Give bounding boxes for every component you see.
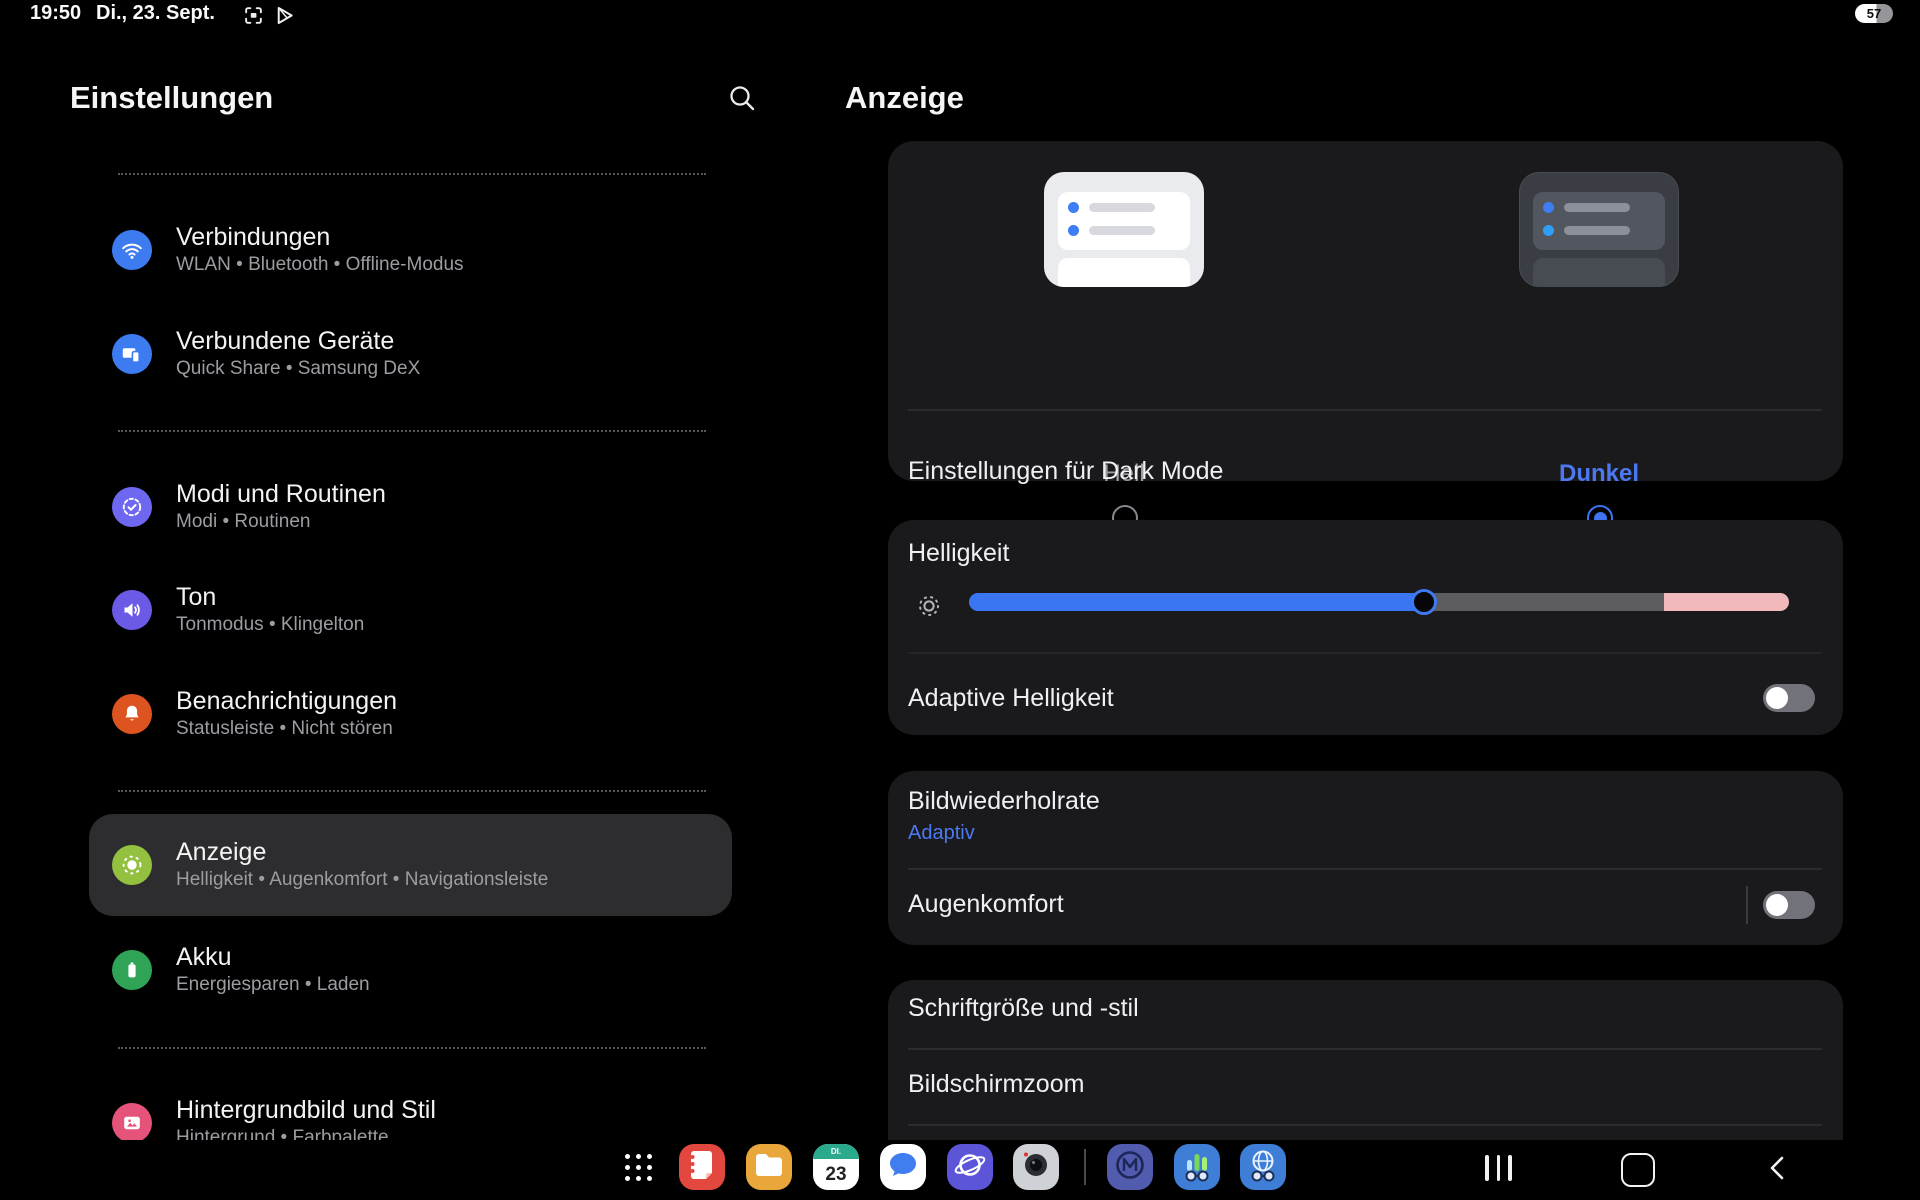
- card-divider: [908, 409, 1822, 411]
- sidebar-item-label: Hintergrundbild und Stil: [176, 1095, 436, 1125]
- sidebar-item-modi-routinen[interactable]: Modi und Routinen Modi • Routinen: [0, 479, 844, 535]
- sidebar-item-akku[interactable]: Akku Energiesparen • Laden: [0, 942, 844, 998]
- display-sun-icon: [112, 845, 152, 885]
- brightness-slider[interactable]: [969, 593, 1789, 611]
- recents-icon: [1485, 1155, 1512, 1186]
- planet-icon: [947, 1144, 993, 1190]
- settings-title: Einstellungen: [70, 80, 273, 116]
- status-time: 19:50: [30, 2, 81, 25]
- messages-app[interactable]: [880, 1144, 926, 1190]
- screen-zoom-row[interactable]: Bildschirmzoom: [908, 1070, 1084, 1099]
- adaptive-brightness-toggle[interactable]: [1763, 684, 1815, 712]
- card-divider: [908, 1048, 1822, 1050]
- dark-mode-settings-row[interactable]: Einstellungen für Dark Mode: [908, 435, 1822, 507]
- brightness-label: Helligkeit: [908, 539, 1009, 568]
- back-chevron-icon: [1764, 1153, 1790, 1188]
- sidebar-divider: [118, 1047, 706, 1049]
- samsung-notes-app[interactable]: [679, 1144, 725, 1190]
- samsung-settings-screen: 19:50 Di., 23. Sept. 57 Einstellungen: [0, 0, 1920, 1200]
- screenshot-icon: [243, 5, 264, 31]
- analytics-app[interactable]: [1174, 1144, 1220, 1190]
- sidebar-item-subtitle: Modi • Routinen: [176, 509, 386, 535]
- folder-icon: [746, 1144, 792, 1190]
- refresh-rate-row[interactable]: Bildwiederholrate: [908, 787, 1100, 816]
- battery-icon: [112, 950, 152, 990]
- light-mode-thumbnail[interactable]: [1044, 172, 1204, 287]
- sidebar-item-subtitle: WLAN • Bluetooth • Offline-Modus: [176, 252, 464, 278]
- sidebar-item-verbundene-geraete[interactable]: Verbundene Geräte Quick Share • Samsung …: [0, 326, 844, 382]
- calendar-app[interactable]: DI. 23: [813, 1144, 859, 1190]
- eye-comfort-label[interactable]: Augenkomfort: [908, 890, 1064, 919]
- sidebar-item-label: Modi und Routinen: [176, 479, 386, 509]
- back-button[interactable]: [1764, 1140, 1790, 1200]
- recents-button[interactable]: [1485, 1140, 1512, 1200]
- modes-routines-icon: [112, 487, 152, 527]
- sidebar-item-label: Ton: [176, 582, 364, 612]
- sidebar-item-label: Verbindungen: [176, 222, 464, 252]
- play-store-icon: [274, 5, 295, 31]
- sidebar-item-subtitle: Energiesparen • Laden: [176, 972, 370, 998]
- notes-icon: [679, 1144, 725, 1190]
- sidebar-divider: [118, 430, 706, 432]
- status-date: Di., 23. Sept.: [96, 2, 215, 25]
- camera-icon: [1013, 1144, 1059, 1190]
- m-app[interactable]: [1107, 1144, 1153, 1190]
- sidebar-item-subtitle: Helligkeit • Augenkomfort • Navigationsl…: [176, 867, 548, 893]
- sidebar-item-subtitle: Statusleiste • Nicht stören: [176, 716, 397, 742]
- samsung-internet-app[interactable]: [947, 1144, 993, 1190]
- network-globe-glasses-icon: [1240, 1144, 1286, 1190]
- bar-chart-glasses-icon: [1174, 1144, 1220, 1190]
- sidebar-item-label: Anzeige: [176, 837, 548, 867]
- brightness-card: Helligkeit Adaptive Helligkeit: [888, 520, 1843, 735]
- calendar-icon: DI. 23: [813, 1144, 859, 1190]
- network-app[interactable]: [1240, 1144, 1286, 1190]
- dock-separator: [1084, 1149, 1086, 1185]
- adaptive-brightness-label: Adaptive Helligkeit: [908, 684, 1114, 713]
- sidebar-item-benachrichtigungen[interactable]: Benachrichtigungen Statusleiste • Nicht …: [0, 686, 844, 742]
- my-files-app[interactable]: [746, 1144, 792, 1190]
- wallpaper-icon: [112, 1103, 152, 1143]
- sidebar-divider: [118, 173, 706, 175]
- card-divider: [908, 652, 1822, 654]
- home-icon: [1621, 1153, 1655, 1187]
- refresh-rate-value: Adaptiv: [908, 822, 975, 845]
- card-divider: [908, 868, 1822, 870]
- sidebar-item-ton[interactable]: Ton Tonmodus • Klingelton: [0, 582, 844, 638]
- sidebar-item-label: Akku: [176, 942, 370, 972]
- card-divider: [908, 1124, 1822, 1126]
- sidebar-item-anzeige[interactable]: Anzeige Helligkeit • Augenkomfort • Navi…: [89, 814, 732, 916]
- sidebar-item-label: Verbundene Geräte: [176, 326, 420, 356]
- row-separator: [1746, 886, 1748, 924]
- brightness-sun-icon: [916, 593, 942, 624]
- app-drawer-button[interactable]: [615, 1144, 661, 1190]
- battery-indicator: 57: [1855, 4, 1893, 23]
- font-card: Schriftgröße und -stil Bildschirmzoom: [888, 980, 1843, 1140]
- bell-icon: [112, 694, 152, 734]
- sidebar-item-subtitle: Quick Share • Samsung DeX: [176, 356, 420, 382]
- wifi-icon: [112, 230, 152, 270]
- sound-icon: [112, 590, 152, 630]
- sidebar-item-label: Benachrichtigungen: [176, 686, 397, 716]
- home-button[interactable]: [1621, 1140, 1655, 1200]
- search-icon: [726, 101, 758, 118]
- app-drawer-icon: [625, 1154, 652, 1181]
- sidebar-divider: [118, 790, 706, 792]
- eye-comfort-toggle[interactable]: [1763, 891, 1815, 919]
- display-mode-card: Hell Dunkel Einstellungen für Dark Mode: [888, 141, 1843, 481]
- devices-icon: [112, 334, 152, 374]
- chat-bubble-icon: [880, 1144, 926, 1190]
- taskbar: DI. 23: [0, 1140, 1920, 1200]
- sidebar-item-subtitle: Tonmodus • Klingelton: [176, 612, 364, 638]
- page-title: Anzeige: [845, 80, 964, 116]
- sidebar-item-verbindungen[interactable]: Verbindungen WLAN • Bluetooth • Offline-…: [0, 222, 844, 278]
- brightness-slider-thumb[interactable]: [1411, 589, 1437, 615]
- camera-app[interactable]: [1013, 1144, 1059, 1190]
- m-logo-icon: [1107, 1144, 1153, 1190]
- search-button[interactable]: [726, 82, 758, 114]
- font-size-row[interactable]: Schriftgröße und -stil: [908, 994, 1139, 1023]
- refresh-rate-card: Bildwiederholrate Adaptiv Augenkomfort: [888, 771, 1843, 945]
- dark-mode-thumbnail[interactable]: [1519, 172, 1679, 287]
